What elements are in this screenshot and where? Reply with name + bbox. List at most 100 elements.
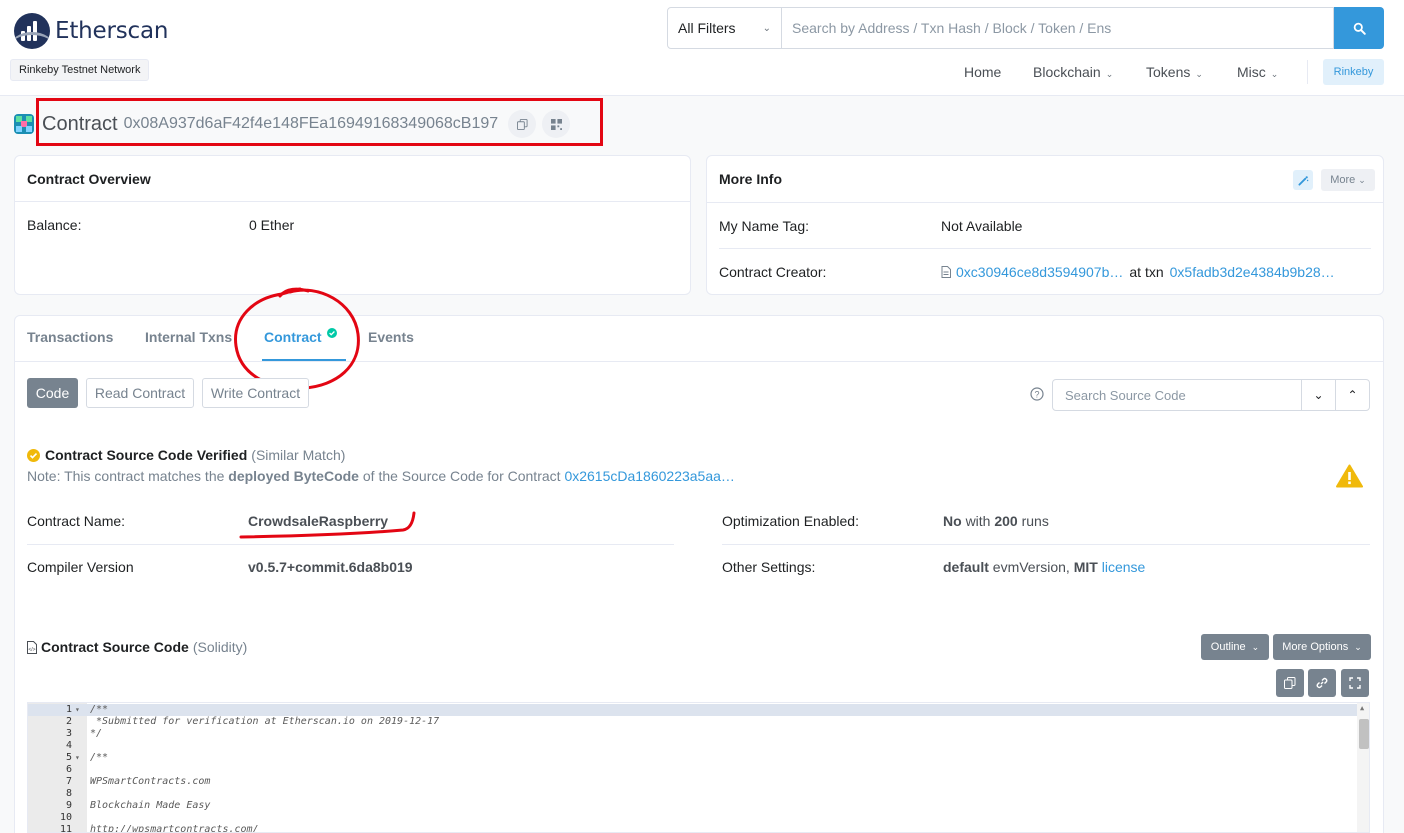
nav-blockchain-label: Blockchain bbox=[1033, 64, 1101, 80]
line-number: 6 bbox=[65, 764, 72, 775]
code-line: 10 bbox=[28, 812, 1357, 824]
document-icon bbox=[941, 266, 951, 278]
more-dropdown-button[interactable]: More ⌄ bbox=[1321, 169, 1375, 191]
tab-events[interactable]: Events bbox=[368, 329, 414, 345]
search-prev-button[interactable]: ⌃ bbox=[1335, 379, 1370, 411]
read-contract-button[interactable]: Read Contract bbox=[86, 378, 194, 408]
warning-icon bbox=[1336, 464, 1363, 491]
contract-overview-card: Contract Overview Balance: 0 Ether bbox=[14, 155, 691, 295]
tab-internal-txns[interactable]: Internal Txns bbox=[145, 329, 232, 345]
chevron-down-icon: ⌄ bbox=[762, 22, 771, 34]
code-line: 9 Blockchain Made Easy bbox=[28, 800, 1357, 812]
outline-button[interactable]: Outline ⌄ bbox=[1201, 634, 1269, 660]
contract-name-label: Contract Name: bbox=[27, 513, 126, 529]
line-number: 4 bbox=[65, 740, 72, 751]
verified-check-icon bbox=[27, 448, 40, 462]
chevron-down-icon: ⌄ bbox=[1313, 388, 1324, 402]
line-text: *Submitted for verification at Etherscan… bbox=[90, 716, 440, 727]
source-code-heading: </> Contract Source Code (Solidity) bbox=[27, 639, 247, 655]
help-icon[interactable]: ? bbox=[1030, 387, 1044, 404]
site-header: Etherscan Rinkeby Testnet Network All Fi… bbox=[0, 0, 1404, 96]
magic-wand-icon bbox=[1297, 175, 1308, 186]
optimization-value: No with 200 runs bbox=[943, 513, 1049, 529]
annotation-rectangle bbox=[36, 98, 603, 146]
fold-arrow-icon[interactable]: ▾ bbox=[75, 704, 80, 716]
permalink-button[interactable] bbox=[1308, 669, 1336, 697]
verification-title: Contract Source Code Verified bbox=[45, 447, 248, 463]
nav-home[interactable]: Home bbox=[964, 64, 1001, 80]
nav-blockchain[interactable]: Blockchain ⌄ bbox=[1033, 64, 1113, 80]
search-button[interactable] bbox=[1334, 7, 1384, 49]
more-options-button[interactable]: More Options ⌄ bbox=[1273, 634, 1371, 660]
code-tab-button[interactable]: Code bbox=[27, 378, 78, 408]
verification-note: Note: This contract matches the deployed… bbox=[27, 468, 735, 484]
chevron-down-icon: ⌄ bbox=[1195, 69, 1203, 79]
write-contract-button[interactable]: Write Contract bbox=[202, 378, 309, 408]
chevron-up-icon: ⌃ bbox=[1347, 388, 1358, 402]
filter-select[interactable]: All Filters ⌄ bbox=[667, 7, 782, 49]
contract-creator-value: 0xc30946ce8d3594907b… at txn 0x5fadb3d2e… bbox=[941, 264, 1335, 280]
editor-scrollbar[interactable]: ▲ bbox=[1357, 703, 1369, 832]
compiler-version-label: Compiler Version bbox=[27, 559, 134, 575]
line-text: /** bbox=[90, 752, 109, 763]
nav-tokens[interactable]: Tokens ⌄ bbox=[1146, 64, 1203, 80]
search-next-button[interactable]: ⌄ bbox=[1301, 379, 1336, 411]
line-number: 2 bbox=[65, 716, 72, 727]
nav-misc[interactable]: Misc ⌄ bbox=[1237, 64, 1278, 80]
name-tag-label: My Name Tag: bbox=[719, 218, 809, 234]
tab-transactions[interactable]: Transactions bbox=[27, 329, 113, 345]
search-input[interactable]: Search by Address / Txn Hash / Block / T… bbox=[782, 7, 1334, 49]
license-link[interactable]: license bbox=[1102, 559, 1146, 575]
svg-text:?: ? bbox=[1034, 390, 1039, 400]
other-mit: MIT bbox=[1073, 559, 1098, 575]
line-text: */ bbox=[90, 728, 103, 739]
creator-address-link[interactable]: 0xc30946ce8d3594907b… bbox=[956, 264, 1123, 280]
nav-tokens-label: Tokens bbox=[1146, 64, 1191, 80]
nav-divider bbox=[1307, 60, 1308, 84]
code-line: 6 bbox=[28, 764, 1357, 776]
fold-arrow-icon[interactable]: ▾ bbox=[75, 752, 80, 764]
nav-misc-label: Misc bbox=[1237, 64, 1266, 80]
line-number: 11 bbox=[59, 824, 72, 833]
line-number: 8 bbox=[65, 788, 72, 799]
code-file-icon: </> bbox=[27, 640, 37, 654]
code-line: 4 bbox=[28, 740, 1357, 752]
chevron-down-icon: ⌄ bbox=[1105, 69, 1114, 79]
optimization-with: with bbox=[965, 513, 991, 529]
network-switch-button[interactable]: Rinkeby bbox=[1323, 59, 1384, 85]
code-line: 7 WPSmartContracts.com bbox=[28, 776, 1357, 788]
code-line: 1 ▾ /** bbox=[28, 704, 1357, 716]
similar-contract-link[interactable]: 0x2615cDa1860223a5aa… bbox=[564, 468, 734, 484]
copy-source-button[interactable] bbox=[1276, 669, 1304, 697]
scrollbar-thumb[interactable] bbox=[1359, 719, 1369, 749]
line-number: 9 bbox=[65, 800, 72, 811]
divider bbox=[27, 544, 674, 545]
code-line: 3 */ bbox=[28, 728, 1357, 740]
edit-name-tag-button[interactable] bbox=[1293, 170, 1313, 190]
optimization-runs-word: runs bbox=[1021, 513, 1049, 529]
optimization-runs: 200 bbox=[994, 513, 1018, 529]
line-number: 1 bbox=[65, 704, 72, 715]
source-code-editor[interactable]: 1 ▾/** 2 *Submitted for verification at Et… bbox=[27, 702, 1370, 833]
line-number: 5 bbox=[65, 752, 72, 763]
fullscreen-button[interactable] bbox=[1341, 669, 1369, 697]
other-settings-label: Other Settings: bbox=[722, 559, 816, 575]
line-text: WPSmartContracts.com bbox=[90, 776, 211, 787]
search-bar: All Filters ⌄ Search by Address / Txn Ha… bbox=[667, 7, 1384, 49]
scroll-up-arrow-icon: ▲ bbox=[1360, 704, 1365, 712]
more-options-label: More Options bbox=[1282, 641, 1349, 653]
source-code-search-input[interactable]: Search Source Code bbox=[1052, 379, 1302, 411]
chevron-down-icon: ⌄ bbox=[1270, 69, 1279, 79]
divider bbox=[722, 544, 1370, 545]
other-evm: evmVersion, bbox=[992, 559, 1070, 575]
balance-label: Balance: bbox=[27, 217, 82, 233]
creator-txn-link[interactable]: 0x5fadb3d2e4384b9b28… bbox=[1170, 264, 1335, 280]
line-text: http://wpsmartcontracts.com/ bbox=[90, 824, 259, 833]
more-dropdown-label: More bbox=[1330, 174, 1356, 186]
more-info-heading: More Info bbox=[719, 171, 782, 187]
note-bold: deployed ByteCode bbox=[228, 468, 359, 484]
other-default: default bbox=[943, 559, 989, 575]
verification-status: Contract Source Code Verified (Similar M… bbox=[27, 447, 345, 463]
etherscan-logo[interactable]: Etherscan bbox=[14, 13, 168, 49]
etherscan-logo-icon bbox=[14, 13, 50, 49]
